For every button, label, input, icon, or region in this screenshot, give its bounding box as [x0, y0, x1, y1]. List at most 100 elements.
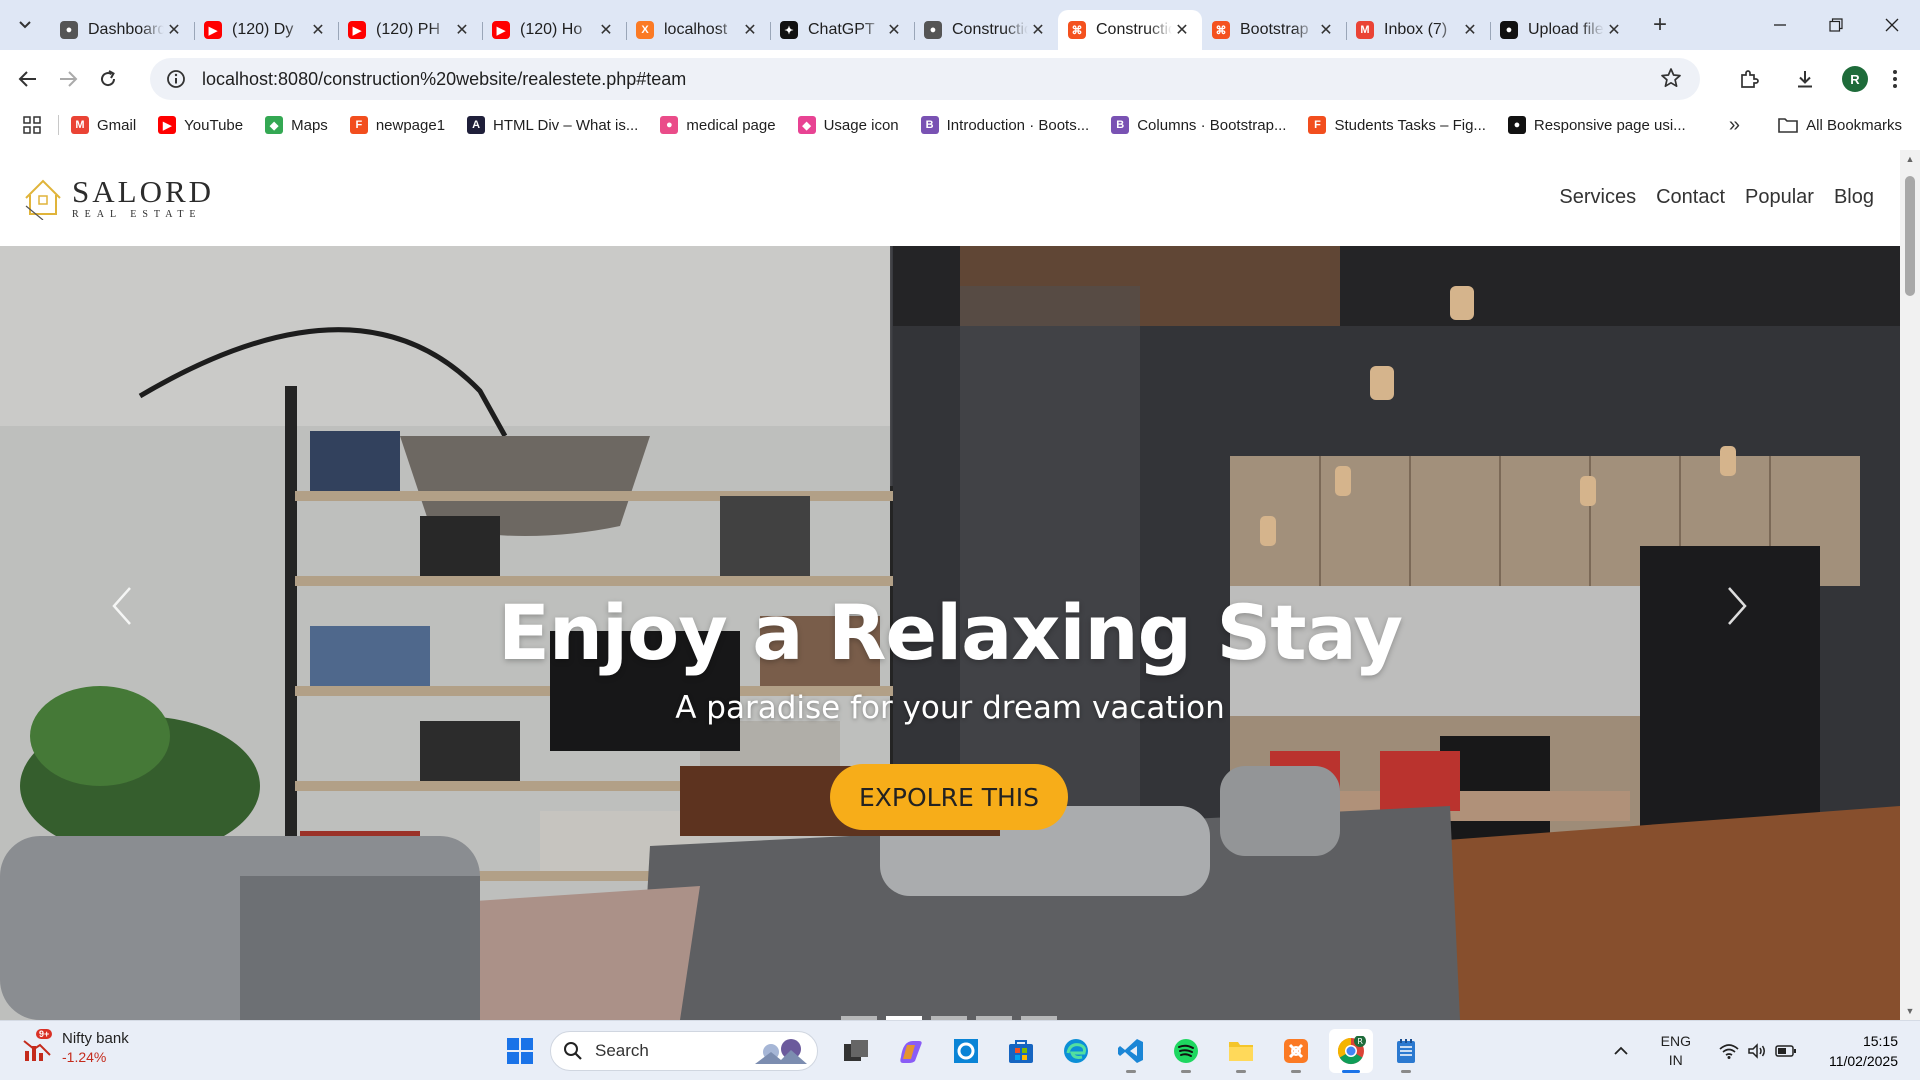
bootstrap-icon: B — [920, 116, 939, 134]
site-logo[interactable]: SALORD REAL ESTATE — [22, 176, 214, 220]
bookmark-item[interactable]: F Students Tasks – Fig... — [1308, 116, 1486, 134]
minimize-button[interactable] — [1752, 0, 1808, 50]
bookmark-item[interactable]: M Gmail — [71, 116, 136, 134]
chatgpt-icon: ✦ — [780, 21, 798, 39]
tab-3[interactable]: ▶ (120) Ho ✕ — [482, 10, 626, 50]
info-icon — [167, 70, 185, 88]
bookmark-item[interactable]: ● Responsive page usi... — [1507, 116, 1686, 134]
app-blue-square-icon — [953, 1039, 978, 1063]
close-icon — [1885, 18, 1899, 32]
chrome-menu-button[interactable] — [1878, 56, 1912, 102]
start-button[interactable] — [500, 1029, 540, 1073]
forward-button[interactable] — [48, 59, 88, 99]
reload-button[interactable] — [88, 59, 128, 99]
scroll-up-arrow[interactable]: ▲ — [1900, 150, 1920, 168]
site-info-button[interactable] — [156, 69, 196, 89]
show-hidden-icons-button[interactable] — [1613, 1042, 1629, 1061]
bookmark-item[interactable]: ▶ YouTube — [158, 116, 243, 134]
logo-tagline: REAL ESTATE — [72, 208, 202, 220]
wifi-icon — [1719, 1044, 1739, 1059]
bookmark-star-button[interactable] — [1660, 67, 1682, 95]
taskbar-spotify[interactable] — [1164, 1029, 1208, 1073]
tab-close-button[interactable]: ✕ — [1604, 20, 1624, 40]
tab-close-button[interactable]: ✕ — [1028, 20, 1048, 40]
tab-close-button[interactable]: ✕ — [308, 20, 328, 40]
nav-link-blog[interactable]: Blog — [1834, 186, 1874, 209]
tab-6[interactable]: ● Construction✕ — [914, 10, 1058, 50]
tab-close-button[interactable]: ✕ — [596, 20, 616, 40]
tab-title: Construction — [1096, 21, 1172, 38]
nav-link-services[interactable]: Services — [1559, 186, 1636, 209]
taskbar-notepad[interactable] — [1384, 1029, 1428, 1073]
tab-9[interactable]: M Inbox (7) ✕ — [1346, 10, 1490, 50]
tab-title: Upload files — [1528, 21, 1604, 38]
tab-4[interactable]: Xlocalhost ✕ — [626, 10, 770, 50]
taskbar-file-explorer[interactable] — [1219, 1029, 1263, 1073]
taskbar-search[interactable]: Search — [550, 1031, 818, 1071]
taskbar-store[interactable] — [999, 1029, 1043, 1073]
tab-search-button[interactable] — [8, 8, 42, 42]
taskbar-vscode[interactable] — [1109, 1029, 1153, 1073]
taskbar-xampp[interactable] — [1274, 1029, 1318, 1073]
bookmark-item[interactable]: A HTML Div – What is... — [467, 116, 638, 134]
tab-title: Dashboard — [88, 21, 164, 38]
restore-button[interactable] — [1808, 0, 1864, 50]
taskbar-edge[interactable] — [1054, 1029, 1098, 1073]
bookmarks-separator — [58, 115, 59, 135]
bookmark-item[interactable]: ◆ Maps — [265, 116, 328, 134]
nav-link-popular[interactable]: Popular — [1745, 186, 1814, 209]
apps-button[interactable] — [12, 116, 52, 134]
notepad-icon — [1396, 1039, 1415, 1063]
taskbar-cortana[interactable] — [944, 1029, 988, 1073]
restore-icon — [1829, 18, 1843, 32]
page-scrollbar[interactable]: ▲ ▼ — [1900, 150, 1920, 1020]
language-indicator[interactable]: ENG IN — [1661, 1032, 1691, 1070]
tab-5[interactable]: ✦ ChatGPT ✕ — [770, 10, 914, 50]
tab-2[interactable]: ▶ (120) PH ✕ — [338, 10, 482, 50]
back-button[interactable] — [8, 59, 48, 99]
tab-close-button[interactable]: ✕ — [1316, 20, 1336, 40]
explore-button[interactable]: EXPOLRE THIS — [830, 764, 1068, 830]
tab-8[interactable]: ⌘ Bootstrap ✕ — [1202, 10, 1346, 50]
bookmark-item[interactable]: Fnewpage1 — [349, 116, 445, 134]
quick-settings-button[interactable] — [1719, 1043, 1797, 1059]
nav-link-contact[interactable]: Contact — [1656, 186, 1725, 209]
tab-0[interactable]: ● Dashboard ✕ — [50, 10, 194, 50]
tab-close-button[interactable]: ✕ — [740, 20, 760, 40]
star-icon — [1661, 68, 1681, 88]
scrollbar-thumb[interactable] — [1905, 176, 1915, 296]
tab-7[interactable]: ⌘ Construction✕ — [1058, 10, 1202, 50]
scroll-down-arrow[interactable]: ▼ — [1900, 1002, 1920, 1020]
github-icon: ● — [1507, 116, 1526, 134]
tab-1[interactable]: ▶ (120) Dy ✕ — [194, 10, 338, 50]
apps-grid-icon — [23, 116, 41, 134]
extensions-button[interactable] — [1726, 56, 1772, 102]
tab-close-button[interactable]: ✕ — [1460, 20, 1480, 40]
taskbar-copilot[interactable] — [889, 1029, 933, 1073]
new-tab-button[interactable]: + — [1644, 9, 1676, 41]
stock-widget[interactable]: 9+ Nifty bank -1.24% — [22, 1029, 129, 1067]
profile-button[interactable]: R — [1832, 56, 1878, 102]
bookmark-label: Responsive page usi... — [1533, 116, 1686, 134]
more-bookmarks-button[interactable]: » — [1729, 114, 1740, 137]
tab-close-button[interactable]: ✕ — [452, 20, 472, 40]
taskbar-clock[interactable]: 15:15 11/02/2025 — [1829, 1031, 1898, 1071]
kebab-menu-icon — [1893, 70, 1897, 88]
tab-close-button[interactable]: ✕ — [164, 20, 184, 40]
bookmark-item[interactable]: B Introduction · Boots... — [920, 116, 1089, 134]
minimize-icon — [1774, 24, 1786, 26]
bookmark-item[interactable]: ◆ Usage icon — [797, 116, 899, 134]
address-bar[interactable]: localhost:8080/construction%20website/re… — [150, 58, 1700, 100]
bookmark-item[interactable]: B Columns · Bootstrap... — [1111, 116, 1286, 134]
all-bookmarks-button[interactable]: All Bookmarks — [1778, 117, 1902, 134]
downloads-button[interactable] — [1782, 56, 1828, 102]
url-text[interactable]: localhost:8080/construction%20website/re… — [202, 69, 686, 90]
tab-close-button[interactable]: ✕ — [884, 20, 904, 40]
clock-date: 11/02/2025 — [1828, 1053, 1898, 1069]
bookmark-item[interactable]: ● medical page — [660, 116, 776, 134]
close-window-button[interactable] — [1864, 0, 1920, 50]
tab-close-button[interactable]: ✕ — [1172, 20, 1192, 40]
taskbar-chrome[interactable]: R — [1328, 1029, 1373, 1073]
task-view-button[interactable] — [834, 1029, 878, 1073]
tab-10[interactable]: ● Upload files ✕ — [1490, 10, 1634, 50]
